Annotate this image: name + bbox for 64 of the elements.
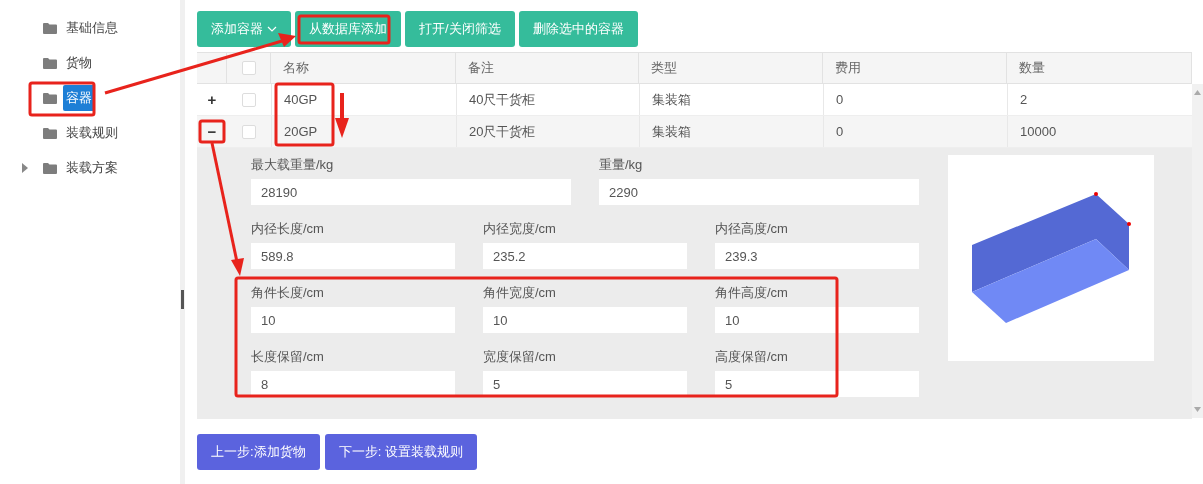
checkbox[interactable] — [242, 124, 256, 139]
column-header[interactable]: 备注 — [468, 58, 494, 78]
step-button[interactable]: 上一步:添加货物 — [197, 434, 320, 470]
field-label: 角件长度/cm — [251, 284, 325, 302]
expand-toggle[interactable]: + — [207, 92, 217, 107]
field-label: 最大载重量/kg — [251, 156, 335, 174]
sidebar-item[interactable]: 基础信息 — [63, 18, 121, 38]
input-field[interactable]: 10 — [251, 307, 455, 333]
sidebar-item[interactable]: 货物 — [63, 53, 95, 73]
folder-icon — [43, 22, 57, 34]
input-field[interactable]: 8 — [251, 371, 455, 397]
input-field[interactable]: 28190 — [251, 179, 571, 205]
folder-icon — [43, 162, 57, 174]
folder-icon — [43, 57, 57, 69]
column-header[interactable]: 类型 — [651, 58, 677, 78]
field-label: 宽度保留/cm — [483, 348, 557, 366]
checkbox[interactable] — [241, 61, 256, 75]
input-field[interactable]: 589.8 — [251, 243, 455, 269]
table-cell-text: 20GP — [284, 122, 318, 141]
input-field[interactable]: 235.2 — [483, 243, 687, 269]
sidebar-item[interactable]: 装载规则 — [63, 123, 121, 143]
input-field[interactable]: 5 — [483, 371, 687, 397]
field-label: 重量/kg — [599, 156, 644, 174]
scrollbar[interactable] — [1192, 84, 1203, 418]
field-label: 角件高度/cm — [715, 284, 789, 302]
highlight-frame — [28, 81, 96, 117]
input-field[interactable]: 2290 — [599, 179, 919, 205]
step-button[interactable]: 下一步: 设置装载规则 — [324, 434, 477, 470]
table-cell-text: 10000 — [1020, 122, 1057, 141]
folder-icon — [43, 92, 57, 104]
column-header[interactable]: 费用 — [835, 58, 861, 78]
table-cell-text: 40尺干货柜 — [469, 90, 536, 109]
table-cell-text: 2 — [1020, 90, 1028, 109]
input-field[interactable]: 10 — [483, 307, 687, 333]
table-cell-text: 20尺干货柜 — [469, 122, 536, 141]
table-cell-text: 集装箱 — [652, 90, 691, 109]
field-label: 内径宽度/cm — [483, 220, 557, 238]
scroll-down-icon[interactable] — [1194, 407, 1201, 412]
checkbox[interactable] — [242, 92, 256, 107]
expand-caret-icon[interactable] — [22, 163, 28, 173]
input-field[interactable]: 239.3 — [715, 243, 919, 269]
resize-handle[interactable] — [181, 290, 184, 309]
field-label: 高度保留/cm — [715, 348, 789, 366]
highlight-frame — [274, 82, 335, 147]
field-label: 长度保留/cm — [251, 348, 325, 366]
field-label: 角件宽度/cm — [483, 284, 557, 302]
table-cell-text: 0 — [836, 122, 844, 141]
field-label: 内径高度/cm — [715, 220, 789, 238]
input-field[interactable]: 5 — [715, 371, 919, 397]
expand-toggle[interactable]: − — [207, 124, 217, 139]
field-label: 内径长度/cm — [251, 220, 325, 238]
sidebar-item[interactable]: 装载方案 — [63, 158, 121, 178]
table-cell-text: 集装箱 — [652, 122, 691, 141]
table-cell-text: 40GP — [284, 90, 318, 109]
highlight-frame — [198, 119, 226, 144]
sidebar-item[interactable]: 容器 — [63, 85, 95, 111]
input-field[interactable]: 10 — [715, 307, 919, 333]
scroll-up-icon[interactable] — [1194, 90, 1201, 95]
annotation-arrow — [335, 93, 349, 138]
table-cell-text: 0 — [836, 90, 844, 109]
folder-icon — [43, 127, 57, 139]
column-header[interactable]: 数量 — [1019, 58, 1045, 78]
chevron-down-icon — [267, 26, 277, 32]
column-header[interactable]: 名称 — [283, 58, 309, 78]
